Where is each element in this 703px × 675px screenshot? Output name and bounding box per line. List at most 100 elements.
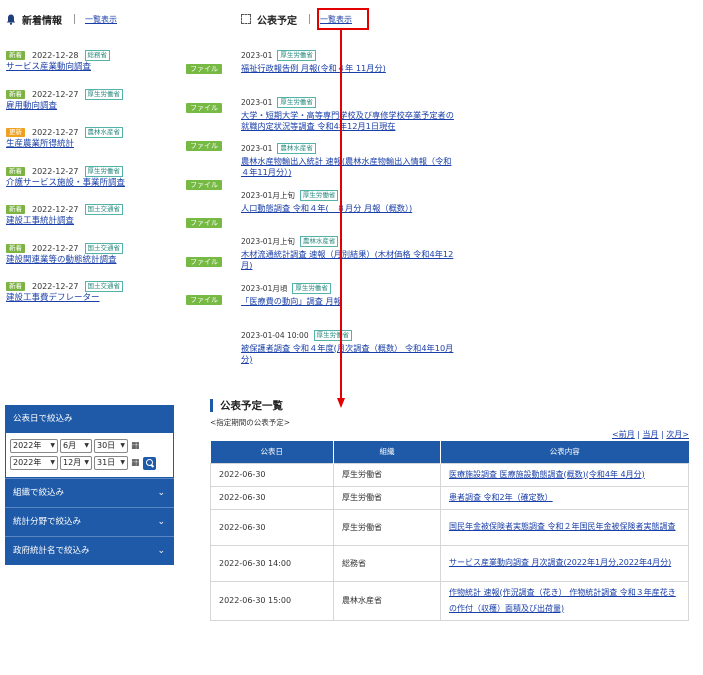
cell-content: サービス産業動向調査 月次調査(2022年1月分,2022年4月分)	[440, 544, 689, 582]
status-badge: 更新	[6, 128, 25, 137]
file-button[interactable]: ファイル	[186, 256, 222, 267]
schedule-date: 2023-01	[241, 51, 273, 60]
news-section: 新着情報 一覧表示 新着 2022-12-28 総務省 サービス産業動向調査 ファイル新…	[6, 10, 222, 320]
date-filter-header[interactable]: 公表日で絞込み	[5, 405, 174, 433]
column-header-date: 公表日	[210, 441, 334, 463]
chevron-down-icon: ▼	[84, 459, 89, 466]
from-month-select[interactable]: 6月 ▼	[60, 439, 92, 453]
news-item: 新着 2022-12-27 国土交通省 建設関連業等の動態統計調査 ファイル	[6, 242, 222, 282]
table-row: 2022-06-30 15:00 農林水産省 作物統計 速報(作況調査（花き） 作物…	[210, 580, 689, 621]
org-tag: 厚生労働省	[84, 165, 123, 177]
news-meta: 新着 2022-12-27 厚生労働省	[6, 165, 222, 177]
news-meta: 新着 2022-12-27 国土交通省	[6, 204, 222, 215]
cell-date: 2022-06-30 14:00	[210, 544, 334, 582]
schedule-title-link[interactable]: 人口動態調査 令和４年( ８月分 月報（概数）)	[241, 203, 457, 214]
schedule-date: 2023-01	[241, 97, 273, 107]
search-button[interactable]	[142, 456, 156, 470]
news-date: 2022-12-27	[32, 166, 79, 176]
org-tag: 厚生労働省	[84, 88, 123, 100]
file-button[interactable]: ファイル	[186, 218, 222, 228]
chevron-down-icon: ⌄	[157, 517, 165, 527]
chevron-down-icon: ⌄	[157, 546, 165, 556]
chevron-down-icon: ▼	[84, 442, 89, 449]
content-link[interactable]: 患者調査 令和2年（確定数）	[449, 493, 553, 502]
content-link[interactable]: サービス産業動向調査 月次調査(2022年1月分,2022年4月分)	[449, 558, 671, 567]
content-link[interactable]: 作物統計 速報(作況調査（花き） 作物統計調査 令和３年産花きの作付（収穫）面積…	[449, 588, 676, 613]
next-month-link[interactable]: 次月>	[666, 430, 689, 439]
schedule-item: 2023-01月上旬 農林水産省 木材流通統計調査 速報（月別結果）(木材価格 令和…	[241, 236, 457, 283]
from-day-select[interactable]: 30日 ▼	[94, 439, 128, 453]
news-date: 2022-12-27	[32, 89, 79, 99]
status-badge: 新着	[6, 243, 25, 253]
stat-name-filter-accordion[interactable]: 政府統計名で絞込み ⌄	[5, 536, 174, 565]
news-view-all-link[interactable]: 一覧表示	[85, 14, 117, 25]
schedule-meta: 2023-01 厚生労働省	[241, 50, 457, 61]
org-filter-accordion[interactable]: 組織で絞込み ⌄	[5, 478, 174, 507]
org-tag: 国土交通省	[84, 204, 123, 215]
table-row: 2022-06-30 厚生労働省 国民年金被保険者実態調査 令和２年国民年金被保険者…	[210, 508, 689, 546]
schedule-title-link[interactable]: 大学・短期大学・高等専門学校及び専修学校卒業予定者の就職内定状況等調査 令和4年…	[241, 110, 457, 132]
cell-date: 2022-06-30	[210, 462, 334, 487]
schedule-meta: 2023-01月上旬 農林水産省	[241, 236, 457, 248]
list-subtitle: <指定期間の公表予定>	[210, 418, 291, 427]
schedule-item: 2023-01 厚生労働省大学・短期大学・高等専門学校及び専修学校卒業予定者の就職…	[241, 96, 457, 144]
org-tag: 農林水産省	[277, 143, 316, 155]
date-from-row: 2022年 ▼ 6月 ▼ 30日 ▼ ▦	[10, 439, 169, 453]
to-day-select[interactable]: 31日 ▼	[94, 456, 128, 470]
news-meta: 更新 2022-12-27 農林水産省	[6, 127, 222, 138]
bell-icon	[6, 14, 16, 25]
news-item: 更新 2022-12-27 農林水産省 生産農業所得統計 ファイル	[6, 127, 222, 166]
status-badge: 新着	[6, 166, 25, 176]
news-item: 新着 2022-12-28 総務省 サービス産業動向調査 ファイル	[6, 50, 222, 89]
table-row: 2022-06-30 厚生労働省 患者調査 令和2年（確定数）	[210, 485, 689, 510]
news-date: 2022-12-27	[32, 205, 79, 214]
field-filter-accordion[interactable]: 統計分野で絞込み ⌄	[5, 507, 174, 536]
content-link[interactable]: 国民年金被保険者実態調査 令和２年国民年金被保険者実態調査	[449, 522, 676, 531]
file-button[interactable]: ファイル	[186, 64, 222, 74]
org-tag: 農林水産省	[84, 127, 123, 138]
cell-date: 2022-06-30	[210, 485, 334, 510]
column-header-org: 組織	[333, 441, 441, 463]
divider	[74, 14, 75, 24]
to-year-select[interactable]: 2022年 ▼	[10, 456, 58, 470]
schedule-title: 公表予定	[257, 15, 297, 27]
file-button[interactable]: ファイル	[186, 141, 222, 151]
schedule-title-link[interactable]: 「医療費の動向」調査 月報	[241, 296, 457, 307]
schedule-title-link[interactable]: 被保護者調査 令和４年度(月次調査（概数） 令和4年10月分)	[241, 343, 457, 365]
chevron-down-icon: ▼	[120, 442, 125, 449]
file-button[interactable]: ファイル	[186, 179, 222, 190]
news-date: 2022-12-27	[32, 282, 79, 291]
calendar-icon[interactable]: ▦	[131, 441, 140, 451]
schedule-title-link[interactable]: 木材流通統計調査 速報（月別結果）(木材価格 令和4年12月)	[241, 249, 457, 271]
schedule-table: 公表日 組織 公表内容 2022-06-30 厚生労働省 医療施設調査 医療施設動態…	[210, 441, 689, 621]
news-date: 2022-12-27	[32, 243, 79, 253]
prev-month-link[interactable]: <前月	[612, 430, 635, 439]
org-tag: 農林水産省	[299, 236, 339, 248]
schedule-meta: 2023-01 農林水産省	[241, 143, 457, 155]
org-tag: 国土交通省	[84, 242, 123, 254]
schedule-title-link[interactable]: 福祉行政報告例 月報(令和４年 11月分)	[241, 63, 457, 74]
calendar-icon[interactable]: ▦	[131, 458, 140, 468]
from-year-select[interactable]: 2022年 ▼	[10, 439, 58, 453]
current-month-link[interactable]: 当月	[643, 430, 659, 439]
file-button[interactable]: ファイル	[186, 102, 222, 113]
chevron-down-icon: ▼	[50, 459, 55, 466]
news-item: 新着 2022-12-27 厚生労働省 雇用動向調査 ファイル	[6, 88, 222, 128]
status-badge: 新着	[6, 89, 25, 99]
news-meta: 新着 2022-12-27 国土交通省	[6, 281, 222, 292]
schedule-list-section: 公表予定一覧 <指定期間の公表予定> <前月 | 当月 | 次月> 公表日 組織…	[210, 398, 689, 621]
schedule-icon	[241, 14, 251, 24]
content-link[interactable]: 医療施設調査 医療施設動態調査(概数)(令和4年 4月分)	[449, 470, 645, 479]
month-pager: <前月 | 当月 | 次月>	[210, 429, 689, 440]
cell-org: 農林水産省	[333, 580, 441, 621]
file-button[interactable]: ファイル	[186, 295, 222, 305]
filter-panel: 公表日で絞込み 2022年 ▼ 6月 ▼ 30日 ▼ ▦ 2022年 ▼ 12月 ▼ 31…	[5, 405, 174, 565]
schedule-title-link[interactable]: 農林水産物輸出入統計 速報(農林水産物輸出入情報（令和４年11月分）)	[241, 156, 457, 178]
news-meta: 新着 2022-12-28 総務省	[6, 50, 222, 61]
cell-org: 厚生労働省	[333, 485, 441, 510]
title-accent-bar	[210, 398, 213, 412]
schedule-section: 公表予定 一覧表示 2023-01 厚生労働省 福祉行政報告例 月報(令和４年 11…	[241, 8, 457, 376]
schedule-meta: 2023-01 厚生労働省	[241, 96, 457, 108]
chevron-down-icon: ⌄	[157, 488, 165, 498]
to-month-select[interactable]: 12月 ▼	[60, 456, 92, 470]
